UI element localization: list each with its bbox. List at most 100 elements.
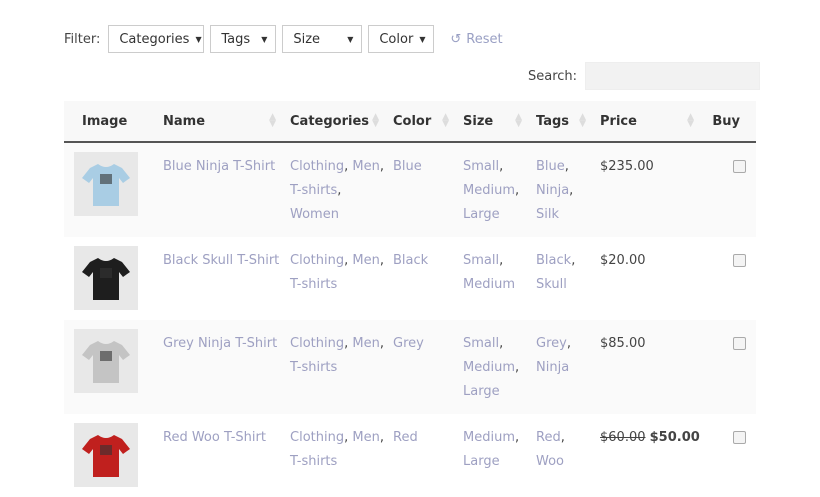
color-link[interactable]: Grey xyxy=(393,336,424,351)
color-cell: Blue xyxy=(385,142,455,237)
product-thumbnail[interactable] xyxy=(74,246,138,310)
column-header-label: Categories xyxy=(290,113,370,129)
search-input[interactable] xyxy=(585,62,761,90)
sort-icon[interactable]: ▲ ▼ xyxy=(515,113,522,129)
column-header-size[interactable]: Size ▲ ▼ xyxy=(455,101,528,143)
filter-link[interactable]: Men xyxy=(352,253,379,268)
color-cell: Black xyxy=(385,237,455,320)
products-table: Image Name ▲ ▼ Categories ▲ ▼ Color ▲ ▼ Size ▲ ▼ Tags… xyxy=(64,101,756,497)
filter-link[interactable]: Large xyxy=(463,207,500,222)
reset-button[interactable]: ↺ Reset xyxy=(450,32,502,47)
size-cell: Medium, Large xyxy=(455,414,528,497)
product-name-link[interactable]: Red Woo T-Shirt xyxy=(163,430,266,445)
tags-cell: Black, Skull xyxy=(528,237,592,320)
filter-link[interactable]: Small xyxy=(463,159,499,174)
filter-link[interactable]: Small xyxy=(463,253,499,268)
filter-link[interactable]: Clothing xyxy=(290,253,344,268)
filter-link[interactable]: Skull xyxy=(536,277,567,292)
filter-link[interactable]: T-shirts xyxy=(290,277,337,292)
product-name-link[interactable]: Black Skull T-Shirt xyxy=(163,253,279,268)
column-header-name[interactable]: Name ▲ ▼ xyxy=(155,101,282,143)
color-link[interactable]: Red xyxy=(393,430,418,445)
reset-label: Reset xyxy=(466,31,503,47)
filter-link[interactable]: Medium xyxy=(463,430,515,445)
size-select[interactable]: Size ▼ xyxy=(282,25,363,53)
select-label: Categories xyxy=(119,31,190,47)
tshirt-icon xyxy=(82,258,130,300)
color-cell: Grey xyxy=(385,320,455,414)
column-header-color[interactable]: Color ▲ ▼ xyxy=(385,101,455,143)
sort-icon[interactable]: ▲ ▼ xyxy=(687,113,694,129)
filter-link[interactable]: Men xyxy=(352,430,379,445)
filter-link[interactable]: T-shirts xyxy=(290,183,337,198)
categories-cell: Clothing, Men, T-shirts xyxy=(282,414,385,497)
color-link[interactable]: Blue xyxy=(393,159,422,174)
search-label: Search: xyxy=(528,68,578,84)
tags-cell: Grey, Ninja xyxy=(528,320,592,414)
product-thumbnail[interactable] xyxy=(74,329,138,393)
column-header-price[interactable]: Price ▲ ▼ xyxy=(592,101,700,143)
buy-checkbox[interactable] xyxy=(733,431,746,444)
filter-link[interactable]: Men xyxy=(352,159,379,174)
separator: , xyxy=(379,159,384,174)
column-header-categories[interactable]: Categories ▲ ▼ xyxy=(282,101,385,143)
filter-link[interactable]: Silk xyxy=(536,207,559,222)
filter-link[interactable]: Medium xyxy=(463,360,515,375)
filter-link[interactable]: Blue xyxy=(536,159,565,174)
sort-icon[interactable]: ▲ ▼ xyxy=(372,113,379,129)
filter-link[interactable]: Men xyxy=(352,336,379,351)
product-thumbnail[interactable] xyxy=(74,423,138,487)
buy-checkbox[interactable] xyxy=(733,160,746,173)
filter-link[interactable]: Medium xyxy=(463,277,515,292)
image-cell xyxy=(64,320,155,414)
filter-link[interactable]: Large xyxy=(463,454,500,469)
filter-link[interactable]: Women xyxy=(290,207,339,222)
filter-link[interactable]: Ninja xyxy=(536,183,569,198)
sale-price: $50.00 xyxy=(649,430,700,445)
buy-checkbox[interactable] xyxy=(733,254,746,267)
sort-icon[interactable]: ▲ ▼ xyxy=(442,113,449,129)
image-cell xyxy=(64,414,155,497)
product-name-link[interactable]: Blue Ninja T-Shirt xyxy=(163,159,275,174)
color-link[interactable]: Black xyxy=(393,253,428,268)
undo-icon: ↺ xyxy=(450,31,462,47)
column-header-label: Image xyxy=(82,113,128,129)
filter-label: Filter: xyxy=(64,31,101,47)
filter-link[interactable]: Large xyxy=(463,384,500,399)
sort-icon[interactable]: ▲ ▼ xyxy=(579,113,586,129)
filter-link[interactable]: Clothing xyxy=(290,336,344,351)
filter-link[interactable]: Medium xyxy=(463,183,515,198)
table-row: Black Skull T-Shirt Clothing, Men, T-shir… xyxy=(64,237,756,320)
filter-link[interactable]: Ninja xyxy=(536,360,569,375)
name-cell: Red Woo T-Shirt xyxy=(155,414,282,497)
filter-link[interactable]: Clothing xyxy=(290,159,344,174)
filter-link[interactable]: T-shirts xyxy=(290,360,337,375)
separator: , xyxy=(379,253,384,268)
categories-select[interactable]: Categories ▼ xyxy=(108,25,205,53)
name-cell: Black Skull T-Shirt xyxy=(155,237,282,320)
tags-cell: Blue, Ninja, Silk xyxy=(528,142,592,237)
filter-link[interactable]: Grey xyxy=(536,336,567,351)
filter-link[interactable]: Black xyxy=(536,253,571,268)
filter-link[interactable]: Woo xyxy=(536,454,564,469)
tags-select[interactable]: Tags ▼ xyxy=(210,25,277,53)
filter-link[interactable]: T-shirts xyxy=(290,454,337,469)
column-header-label: Tags xyxy=(536,113,570,129)
tshirt-icon xyxy=(82,341,130,383)
color-select[interactable]: Color ▼ xyxy=(368,25,435,53)
caret-down-icon: ▼ xyxy=(261,34,268,44)
separator: , xyxy=(560,430,565,445)
buy-cell xyxy=(700,237,756,320)
buy-checkbox[interactable] xyxy=(733,337,746,350)
column-header-tags[interactable]: Tags ▲ ▼ xyxy=(528,101,592,143)
separator: , xyxy=(337,183,342,198)
filter-link[interactable]: Small xyxy=(463,336,499,351)
product-thumbnail[interactable] xyxy=(74,152,138,216)
select-label: Size xyxy=(293,31,321,47)
sort-icon[interactable]: ▲ ▼ xyxy=(269,113,276,129)
product-name-link[interactable]: Grey Ninja T-Shirt xyxy=(163,336,277,351)
filter-link[interactable]: Clothing xyxy=(290,430,344,445)
price-cell: $85.00 xyxy=(592,320,700,414)
filter-link[interactable]: Red xyxy=(536,430,561,445)
buy-cell xyxy=(700,320,756,414)
